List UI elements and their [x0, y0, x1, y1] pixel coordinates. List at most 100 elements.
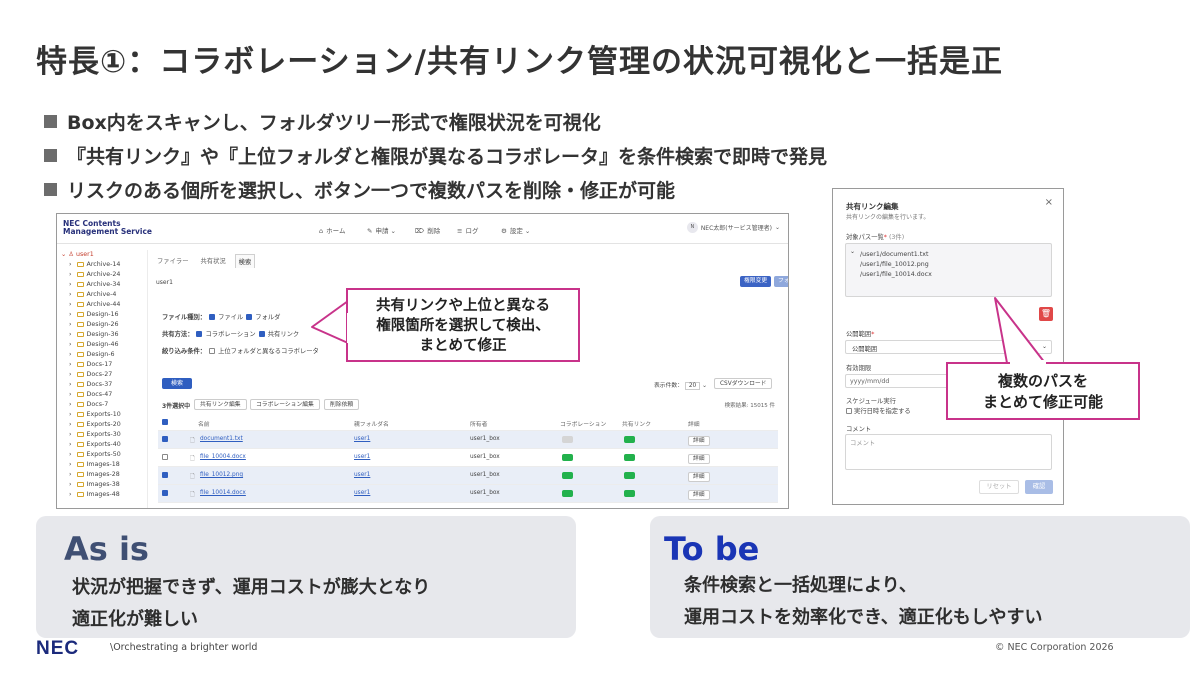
- file-name-link[interactable]: document1.txt: [200, 436, 243, 442]
- row-checkbox[interactable]: [162, 472, 168, 478]
- detail-button[interactable]: 詳細: [688, 436, 710, 446]
- table-row[interactable]: 🗋 file_10014.docx user1 user1_box 詳細: [158, 484, 778, 502]
- schedule-option[interactable]: 実行日時を指定する: [846, 406, 911, 415]
- tab-share-status[interactable]: 共有状況: [197, 254, 228, 268]
- chevron-down-icon[interactable]: ⌄: [850, 248, 855, 255]
- col-name[interactable]: 名前: [198, 419, 210, 428]
- row-checkbox[interactable]: [162, 436, 168, 442]
- detail-button[interactable]: 詳細: [688, 472, 710, 482]
- folder-tree: ⌄ ♙ user1 › Archive-14 › Archive-24 › Ar…: [61, 250, 143, 500]
- confirm-button[interactable]: 確認: [1025, 480, 1053, 494]
- folder-checkbox[interactable]: [246, 313, 253, 320]
- nav-request[interactable]: ✎ 申請 ⌄: [367, 225, 396, 235]
- col-parent[interactable]: 親フォルダ名: [354, 419, 389, 428]
- tab-search[interactable]: 検索: [234, 254, 256, 268]
- col-detail[interactable]: 詳細: [688, 419, 700, 428]
- collab-checkbox[interactable]: [196, 330, 203, 337]
- tree-folder[interactable]: › Images-28: [61, 470, 143, 480]
- tree-folder[interactable]: › Exports-10: [61, 410, 143, 420]
- folder-icon: [76, 361, 84, 367]
- callout-left-joint: [347, 313, 350, 343]
- parent-folder-link[interactable]: user1: [354, 454, 370, 460]
- parent-folder-link[interactable]: user1: [354, 472, 370, 478]
- tree-folder[interactable]: › Images-38: [61, 480, 143, 490]
- tree-folder[interactable]: › Docs-27: [61, 370, 143, 380]
- collab-status-badge: [562, 472, 573, 479]
- tree-folder[interactable]: › Archive-14: [61, 260, 143, 270]
- file-checkbox[interactable]: [209, 313, 216, 320]
- tree-folder[interactable]: › Exports-50: [61, 450, 143, 460]
- comment-input[interactable]: コメント: [845, 434, 1052, 470]
- edit-shared-link-button[interactable]: 共有リンク編集: [194, 399, 247, 410]
- tree-folder[interactable]: › Archive-24: [61, 270, 143, 280]
- permission-change-button[interactable]: 権限変更: [740, 276, 772, 287]
- col-link[interactable]: 共有リンク: [622, 419, 651, 428]
- csv-download-button[interactable]: CSVダウンロード: [714, 378, 773, 389]
- row-checkbox[interactable]: [162, 508, 168, 509]
- row-checkbox[interactable]: [162, 454, 168, 460]
- table-row[interactable]: 🗋 file_1003.png user1 user1_box 詳細: [158, 502, 778, 509]
- file-name-link[interactable]: file_10014.docx: [200, 490, 246, 496]
- nav-delete[interactable]: ⌦ 削除: [415, 225, 440, 235]
- tree-folder[interactable]: › Docs-37: [61, 380, 143, 390]
- tree-folder[interactable]: › Images-48: [61, 490, 143, 500]
- tree-folder[interactable]: › Images-18: [61, 460, 143, 470]
- diff-collab-checkbox[interactable]: [209, 347, 216, 354]
- detail-button[interactable]: 詳細: [688, 454, 710, 464]
- delete-request-button[interactable]: 削除依頼: [324, 399, 360, 410]
- tree-folder[interactable]: › Exports-20: [61, 420, 143, 430]
- tree-root[interactable]: ⌄ ♙ user1: [61, 250, 143, 260]
- tree-folder[interactable]: › Design-46: [61, 340, 143, 350]
- file-name-link[interactable]: file_10012.png: [200, 472, 243, 478]
- tree-folder[interactable]: › Docs-7: [61, 400, 143, 410]
- parent-folder-link[interactable]: user1: [354, 508, 370, 509]
- parent-folder-link[interactable]: user1: [354, 490, 370, 496]
- tree-folder[interactable]: › Archive-4: [61, 290, 143, 300]
- nav-settings[interactable]: ⚙ 設定 ⌄: [501, 225, 530, 235]
- display-count-select[interactable]: 20: [684, 382, 701, 390]
- edit-collab-button[interactable]: コラボレーション編集: [250, 399, 320, 410]
- tree-folder[interactable]: › Exports-40: [61, 440, 143, 450]
- link-status-badge: [624, 454, 635, 461]
- file-name-link[interactable]: file_10004.docx: [200, 454, 246, 460]
- parent-folder-link[interactable]: user1: [354, 436, 370, 442]
- table-row[interactable]: 🗋 file_10004.docx user1 user1_box 詳細: [158, 448, 778, 466]
- tree-folder[interactable]: › Docs-47: [61, 390, 143, 400]
- tree-folder[interactable]: › Design-6: [61, 350, 143, 360]
- schedule-label: スケジュール実行: [846, 398, 896, 405]
- folder-icon: [76, 471, 84, 477]
- tree-folder[interactable]: › Archive-34: [61, 280, 143, 290]
- reset-button[interactable]: リセット: [979, 480, 1019, 494]
- nav-home[interactable]: ⌂ ホーム: [319, 225, 345, 235]
- col-owner[interactable]: 所有者: [470, 419, 487, 428]
- table-row[interactable]: 🗋 document1.txt user1 user1_box 詳細: [158, 430, 778, 448]
- search-button[interactable]: 検索: [162, 378, 192, 389]
- folder-icon: [76, 441, 84, 447]
- detail-button[interactable]: 詳細: [688, 508, 710, 509]
- folder-create-button[interactable]: フォルダ作成: [774, 276, 788, 287]
- tree-folder[interactable]: › Design-36: [61, 330, 143, 340]
- row-checkbox[interactable]: [162, 490, 168, 496]
- tree-folder[interactable]: › Docs-17: [61, 360, 143, 370]
- tab-filer[interactable]: ファイラー: [154, 254, 191, 268]
- request-icon: ✎: [367, 227, 373, 235]
- tree-folder[interactable]: › Design-26: [61, 320, 143, 330]
- nec-logo: NEC: [36, 638, 80, 659]
- tree-folder[interactable]: › Exports-30: [61, 430, 143, 440]
- select-all-checkbox[interactable]: [162, 419, 168, 425]
- user-menu[interactable]: N NEC太郎(サービス管理者) ⌄: [686, 222, 780, 233]
- tree-folder[interactable]: › Archive-44: [61, 300, 143, 310]
- shared-link-checkbox[interactable]: [258, 330, 265, 337]
- folder-icon: [76, 461, 84, 467]
- as-is-panel: As is 状況が把握できず、運用コストが膨大となり 適正化が難しい: [36, 516, 576, 638]
- tree-folder[interactable]: › Design-16: [61, 310, 143, 320]
- folder-icon: [76, 261, 84, 267]
- close-icon[interactable]: ×: [1045, 197, 1053, 208]
- table-row[interactable]: 🗋 file_10012.png user1 user1_box 詳細: [158, 466, 778, 484]
- nav-log[interactable]: ≡ ログ: [457, 225, 478, 235]
- col-collab[interactable]: コラボレーション: [560, 419, 606, 428]
- folder-icon: [76, 301, 84, 307]
- detail-button[interactable]: 詳細: [688, 490, 710, 500]
- expiry-input[interactable]: yyyy/mm/dd: [845, 374, 955, 388]
- file-name-link[interactable]: file_1003.png: [200, 508, 239, 509]
